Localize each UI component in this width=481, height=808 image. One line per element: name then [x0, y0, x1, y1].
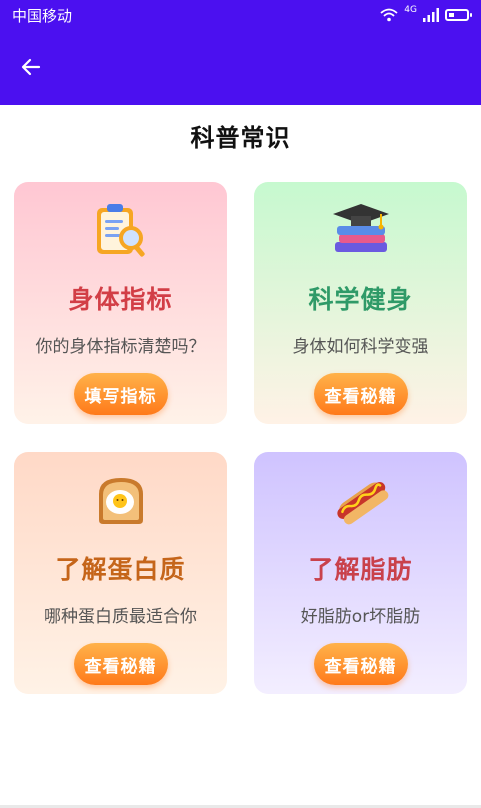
hotdog-icon	[336, 482, 388, 525]
card-title: 了解蛋白质	[55, 555, 186, 584]
view-tips-button[interactable]: 查看秘籍	[313, 643, 408, 685]
card-title: 科学健身	[308, 285, 413, 314]
card-protein: 了解蛋白质 哪种蛋白质最适合你 查看秘籍	[14, 452, 227, 694]
status-bar: 中国移动 4G	[0, 0, 481, 30]
card-fat: 了解脂肪 好脂肪or坏脂肪 查看秘籍	[254, 452, 467, 694]
books-graduation-cap-icon	[332, 204, 389, 252]
carrier-label: 中国移动	[12, 6, 73, 25]
signal-icon	[423, 8, 439, 22]
view-tips-button[interactable]: 查看秘籍	[73, 643, 168, 685]
card-description: 身体如何科学变强	[292, 337, 429, 357]
back-button[interactable]	[14, 50, 48, 84]
egg-toast-icon	[98, 478, 143, 524]
card-body-metrics: 身体指标 你的身体指标清楚吗？ 填写指标	[14, 182, 227, 424]
view-tips-button[interactable]: 查看秘籍	[313, 373, 408, 415]
card-title: 身体指标	[68, 285, 173, 314]
network-type-label: 4G	[404, 5, 417, 15]
clipboard-icon	[96, 204, 145, 257]
card-title: 了解脂肪	[308, 555, 413, 584]
status-icons: 4G	[380, 5, 472, 22]
card-scientific-fitness: 科学健身 身体如何科学变强 查看秘籍	[254, 182, 467, 424]
arrow-left-icon	[21, 58, 41, 76]
card-description: 好脂肪or坏脂肪	[300, 607, 421, 627]
card-description: 你的身体指标清楚吗？	[35, 337, 206, 357]
fill-metrics-button[interactable]: 填写指标	[73, 373, 168, 415]
card-description: 哪种蛋白质最适合你	[44, 607, 197, 627]
wifi-icon	[380, 8, 398, 22]
page-title: 科普常识	[190, 124, 291, 152]
app-bar	[0, 30, 481, 105]
battery-icon	[445, 9, 472, 21]
